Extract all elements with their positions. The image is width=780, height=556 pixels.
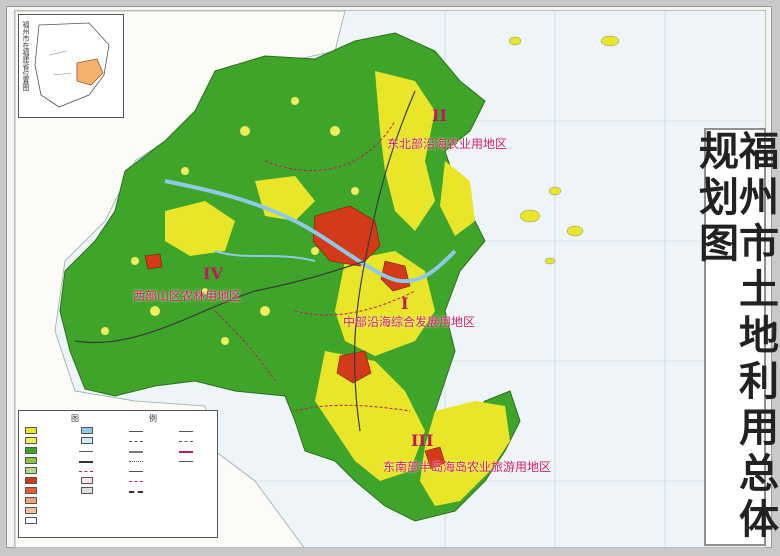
legend-swatch-industry [25, 507, 37, 514]
legend-line-10 [179, 451, 193, 453]
legend-line-7 [129, 491, 143, 493]
legend-line-11 [179, 461, 193, 462]
legend-line-6 [129, 481, 143, 482]
legend-line-2 [129, 441, 143, 442]
islands [508, 35, 620, 265]
legend-swatch-reservoir [81, 437, 93, 444]
location-inset-map: 福州市在福建省位置图 [18, 14, 124, 118]
legend-line-1 [129, 431, 143, 432]
legend-line-3 [129, 451, 143, 453]
legend-line-highway [79, 461, 93, 463]
legend-line-5 [129, 471, 143, 472]
legend-title-left: 图 [71, 414, 79, 423]
legend-swatch-grass [25, 467, 37, 474]
zone-3-roman: III [411, 431, 434, 450]
zone-4-roman: IV [203, 264, 223, 283]
legend-line-9 [179, 441, 193, 442]
legend-swatch-town [25, 487, 37, 494]
legend-swatch-village [25, 497, 37, 504]
legend-line-8 [179, 431, 193, 432]
legend-swatch-forest [25, 447, 37, 454]
zone-3-label: 东南部半岛海岛农业旅游用地区 [383, 460, 552, 474]
legend-line-4 [129, 461, 143, 462]
legend-swatch-other [25, 517, 37, 524]
map-title-box: 福州市土地利用总体规划图 [692, 128, 778, 546]
zone-4-label: 西部山区农林用地区 [133, 289, 242, 303]
legend-swatch-farmland-2 [25, 437, 37, 444]
map-title: 福州市土地利用总体规划图 [692, 130, 778, 544]
legend-swatch-water [81, 427, 93, 434]
zone-2-roman: II [432, 106, 447, 125]
zone-1-label: 中部沿海综合发展用地区 [343, 315, 476, 329]
inset-drawing [34, 22, 110, 108]
legend-swatch-garden [25, 457, 37, 464]
legend-line-road [79, 451, 93, 452]
legend-title-right: 例 [149, 414, 157, 423]
zone-2-label: 东北部沿海农业用地区 [387, 137, 508, 151]
map-legend: 图 例 [18, 410, 218, 538]
legend-line-boundary [79, 471, 93, 472]
legend-swatch-farmland [25, 427, 37, 434]
legend-swatch-unused [81, 487, 93, 494]
zone-1-roman: I [401, 294, 409, 313]
legend-swatch-scenic [81, 477, 93, 484]
legend-swatch-urban [25, 477, 37, 484]
